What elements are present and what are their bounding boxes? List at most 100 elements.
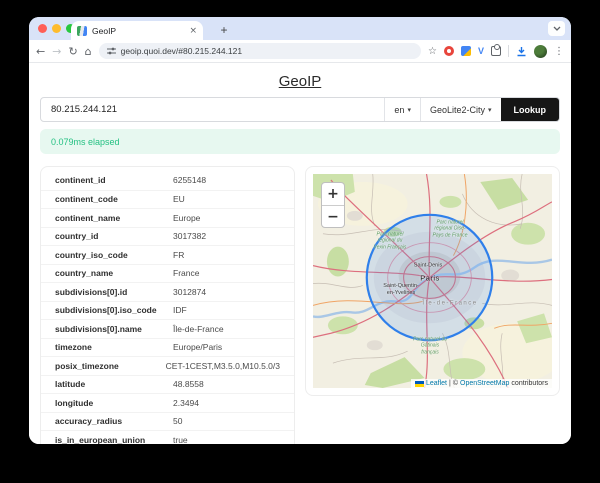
url-text: geoip.quoi.dev/#80.215.244.121 [121,46,242,56]
lookup-form: en ▾ GeoLite2-City ▾ Lookup [40,97,560,122]
downloads-icon[interactable] [516,46,527,57]
table-row: country_id 3017382 [41,227,294,246]
tab-title: GeoIP [92,26,184,36]
field-value: Île-de-France [173,324,280,334]
table-row: country_name France [41,264,294,283]
profile-avatar[interactable] [534,45,547,58]
database-select[interactable]: GeoLite2-City ▾ [420,98,501,121]
traffic-lights [38,24,75,33]
zoom-out-button[interactable]: − [322,205,344,227]
table-row: posix_timezone CET-1CEST,M3.5.0,M10.5.0/… [41,356,294,375]
table-row: subdivisions[0].id 3012874 [41,282,294,301]
table-row: continent_id 6255148 [41,171,294,190]
map-zoom-control: + − [321,182,345,228]
table-row: timezone Europe/Paris [41,338,294,357]
field-value: 6255148 [173,175,280,185]
forward-button[interactable]: → [52,46,61,57]
field-value: CET-1CEST,M3.5.0,M10.5.0/3 [166,361,280,371]
leaflet-map[interactable]: Parc naturel régional du Vexin Français … [313,174,552,388]
browser-menu-icon[interactable]: ⋮ [554,46,564,57]
lookup-button[interactable]: Lookup [501,98,560,121]
address-bar[interactable]: geoip.quoi.dev/#80.215.244.121 [99,43,421,59]
back-button[interactable]: ← [36,46,45,57]
field-name: subdivisions[0].name [55,324,173,334]
desktop-background: GeoIP × + ← → ↻ ⌂ g [0,0,600,483]
field-name: country_name [55,268,173,278]
page-title-link[interactable]: GeoIP [279,73,322,90]
chevron-down-icon [553,26,561,31]
field-value: 48.8558 [173,379,280,389]
site-settings-icon [107,47,116,55]
field-name: subdivisions[0].id [55,287,173,297]
field-name: continent_code [55,194,173,204]
field-name: accuracy_radius [55,416,173,426]
map-tiles [313,174,552,388]
table-row: continent_code EU [41,190,294,209]
field-value: France [173,268,280,278]
browser-toolbar: ← → ↻ ⌂ geoip.quoi.dev/#80.215.244.121 ☆… [29,40,571,63]
table-row: subdivisions[0].name Île-de-France [41,319,294,338]
extensions-puzzle-icon[interactable] [491,46,501,56]
field-value: Europe/Paris [173,342,280,352]
table-row: is_in_european_union true [41,430,294,444]
field-value: 3012874 [173,287,280,297]
new-tab-button[interactable]: + [215,21,233,39]
reload-button[interactable]: ↻ [68,46,77,57]
bookmark-star-icon[interactable]: ☆ [428,46,437,57]
field-value: 3017382 [173,231,280,241]
field-name: longitude [55,398,173,408]
openstreetmap-link[interactable]: OpenStreetMap [460,380,509,387]
field-value: 50 [173,416,280,426]
field-value: EU [173,194,280,204]
result-layout: continent_id 6255148 continent_code EU c… [40,166,560,444]
field-value: true [173,435,280,444]
map-attribution: Leaflet | © OpenStreetMap contributors [411,379,552,388]
language-select[interactable]: en ▾ [384,98,420,121]
table-row: longitude 2.3494 [41,393,294,412]
extension-icon-v[interactable]: V [478,46,484,56]
field-name: continent_id [55,175,173,185]
field-name: latitude [55,379,173,389]
field-name: continent_name [55,213,173,223]
map-card: Parc naturel régional du Vexin Français … [305,166,560,396]
table-row: accuracy_radius 50 [41,412,294,431]
attribution-separator: | [449,380,451,387]
minimize-window-button[interactable] [52,24,61,33]
field-value: 2.3494 [173,398,280,408]
field-name: is_in_european_union [55,435,173,444]
extension-icon-red[interactable] [444,46,454,56]
tab-strip: GeoIP × + [29,17,571,40]
table-row: subdivisions[0].iso_code IDF [41,301,294,320]
chevron-down-icon: ▾ [488,106,492,114]
database-value: GeoLite2-City [430,105,485,115]
elapsed-text: 0.079ms elapsed [51,137,120,147]
field-value: IDF [173,305,280,315]
language-value: en [394,105,404,115]
ukraine-flag-icon [415,381,424,387]
table-row: continent_name Europe [41,208,294,227]
field-name: subdivisions[0].iso_code [55,305,173,315]
field-name: timezone [55,342,173,352]
chevron-down-icon: ▾ [407,106,411,114]
field-value: FR [173,250,280,260]
geoip-result-table: continent_id 6255148 continent_code EU c… [40,166,295,444]
tab-close-icon[interactable]: × [189,26,197,36]
zoom-in-button[interactable]: + [322,183,344,205]
elapsed-status-banner: 0.079ms elapsed [40,129,560,154]
extension-icon-blue-yellow[interactable] [461,46,471,56]
map-favicon-icon [77,26,87,36]
field-name: country_id [55,231,173,241]
home-button[interactable]: ⌂ [85,46,92,57]
browser-window: GeoIP × + ← → ↻ ⌂ g [29,17,571,444]
field-value: Europe [173,213,280,223]
page-content: GeoIP en ▾ GeoLite2-City ▾ Lookup 0.079m… [29,63,571,444]
leaflet-link[interactable]: Leaflet [426,380,447,387]
table-row: latitude 48.8558 [41,375,294,394]
tab-search-button[interactable] [548,21,565,36]
close-window-button[interactable] [38,24,47,33]
ip-input[interactable] [41,98,384,121]
table-row: country_iso_code FR [41,245,294,264]
browser-tab-geoip[interactable]: GeoIP × [71,21,203,40]
toolbar-divider [508,45,509,57]
contributors-text: contributors [511,380,548,387]
